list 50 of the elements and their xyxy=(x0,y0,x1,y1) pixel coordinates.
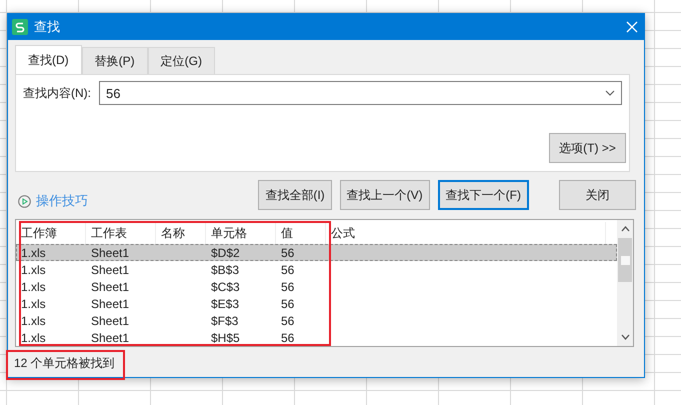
result-row[interactable]: 1.xls Sheet1 $E$3 56 xyxy=(16,295,617,312)
status-text: 12 个单元格被找到 xyxy=(14,356,115,370)
table-cell: Sheet1 xyxy=(91,330,130,344)
close-icon[interactable] xyxy=(626,21,638,33)
table-cell: Sheet1 xyxy=(91,314,130,328)
dropdown-chevron-icon[interactable] xyxy=(605,90,615,96)
play-circle-icon xyxy=(18,194,31,208)
table-cell: $B$3 xyxy=(211,262,240,276)
app-logo-icon xyxy=(12,19,28,35)
find-input-field[interactable]: 56 xyxy=(99,81,622,105)
scroll-thumb[interactable] xyxy=(618,238,632,282)
tab[interactable]: 替换(P) xyxy=(82,47,148,74)
table-cell: 1.xls xyxy=(21,246,46,260)
table-cell: Sheet1 xyxy=(91,246,130,260)
find-action-button[interactable]: 查找上一个(V) xyxy=(340,180,430,210)
scroll-down-icon[interactable] xyxy=(620,334,630,340)
table-cell: 1.xls xyxy=(21,262,46,276)
scroll-up-icon[interactable] xyxy=(620,226,630,232)
result-row[interactable]: 1.xls Sheet1 $D$2 56 xyxy=(16,244,617,261)
table-cell: 56 xyxy=(281,246,294,260)
window-title: 查找 xyxy=(34,18,61,36)
table-cell: 1.xls xyxy=(21,314,46,328)
table-cell: Sheet1 xyxy=(91,296,130,310)
table-cell: $C$3 xyxy=(211,280,240,294)
tab[interactable]: 定位(G) xyxy=(148,47,215,74)
table-cell: 1.xls xyxy=(21,296,46,310)
table-cell: 56 xyxy=(281,262,294,276)
find-action-button[interactable]: 查找下一个(F) xyxy=(438,180,529,210)
table-cell: $H$5 xyxy=(211,330,240,344)
table-cell: Sheet1 xyxy=(91,280,130,294)
tab[interactable]: 查找(D) xyxy=(15,45,82,74)
result-row[interactable]: 1.xls Sheet1 $H$5 56 xyxy=(16,329,617,346)
table-cell: 56 xyxy=(281,314,294,328)
result-row[interactable]: 1.xls Sheet1 $B$3 56 xyxy=(16,261,617,278)
result-row[interactable]: 1.xls Sheet1 $C$3 56 xyxy=(16,278,617,295)
table-cell: 56 xyxy=(281,330,294,344)
table-cell: 56 xyxy=(281,296,294,310)
close-button[interactable]: 关闭 xyxy=(559,180,636,210)
scrollbar[interactable] xyxy=(617,220,633,346)
table-cell: $F$3 xyxy=(211,314,238,328)
table-cell: $E$3 xyxy=(211,296,240,310)
table-cell: 56 xyxy=(281,280,294,294)
options-button[interactable]: 选项(T) >> xyxy=(549,133,626,163)
table-cell: Sheet1 xyxy=(91,262,130,276)
table-cell: 1.xls xyxy=(21,330,46,344)
table-cell: 1.xls xyxy=(21,280,46,294)
result-row[interactable]: 1.xls Sheet1 $F$3 56 xyxy=(16,312,617,329)
table-cell: $D$2 xyxy=(211,246,240,260)
find-label: 查找内容(N): xyxy=(23,84,91,102)
find-action-button[interactable]: 查找全部(I) xyxy=(258,180,332,210)
